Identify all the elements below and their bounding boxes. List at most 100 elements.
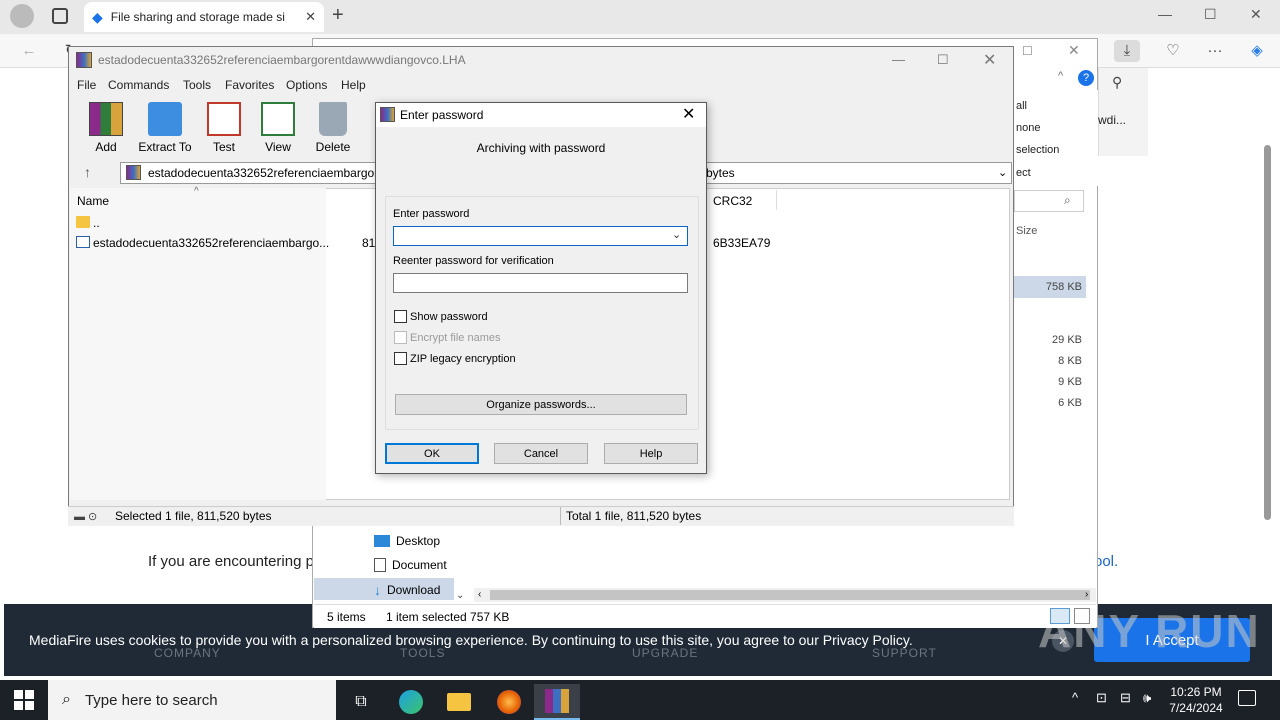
menu-commands[interactable]: Commands [108, 78, 169, 92]
settings-more-button[interactable]: ··· [1202, 40, 1228, 62]
footer-nav-tools[interactable]: TOOLS [400, 646, 445, 660]
profile-avatar-icon[interactable] [10, 4, 34, 28]
task-view-button[interactable]: ⧉ [338, 684, 384, 720]
large-icons-view-icon[interactable] [1074, 608, 1090, 624]
winrar-icon [545, 689, 569, 713]
tool-add-button[interactable]: Add [76, 102, 136, 154]
invert-selection-item[interactable]: selection [1016, 144, 1059, 156]
menu-file[interactable]: File [77, 78, 96, 92]
show-password-checkbox[interactable]: Show password [394, 310, 488, 323]
checkbox-unchecked[interactable] [394, 310, 407, 323]
new-tab-button[interactable]: + [332, 4, 344, 27]
meet-now-icon[interactable]: ⊡ [1096, 690, 1107, 706]
archive-icon [126, 165, 141, 180]
nav-scroll-down-icon[interactable]: ⌄ [456, 590, 464, 601]
checkbox-unchecked[interactable] [394, 352, 407, 365]
column-header-size[interactable]: Size [1016, 225, 1037, 237]
browser-essentials-icon[interactable]: ♡ [1160, 40, 1186, 62]
explorer-help-icon[interactable]: ? [1078, 70, 1094, 86]
column-header-crc32[interactable]: CRC32 [713, 194, 752, 208]
mediafire-favicon-icon: ◆ [92, 8, 103, 25]
column-header-name[interactable]: Name [77, 194, 109, 208]
nav-item-desktop[interactable]: Desktop [374, 534, 440, 548]
organize-passwords-button[interactable]: Organize passwords... [395, 394, 687, 415]
notifications-icon[interactable] [1238, 690, 1256, 706]
cancel-button[interactable]: Cancel [494, 443, 588, 464]
winrar-maximize-button[interactable]: ☐ [937, 52, 949, 68]
desktop-icon [374, 535, 390, 547]
footer-nav-upgrade[interactable]: UPGRADE [632, 646, 698, 660]
search-icon: ⌕ [62, 691, 71, 708]
explorer-search-input[interactable] [1014, 190, 1084, 212]
tab-actions-icon[interactable] [52, 8, 68, 24]
taskbar-winrar[interactable] [534, 684, 580, 720]
row-file-size: 81 [362, 236, 376, 250]
edge-icon [399, 690, 423, 714]
dialog-close-button[interactable]: ✕ [682, 104, 695, 124]
address-dropdown-icon[interactable]: ⌄ [998, 166, 1007, 179]
explorer-close-button[interactable]: ✕ [1068, 42, 1080, 59]
taskbar-clock[interactable]: 10:26 PM 7/24/2024 [1160, 684, 1232, 716]
checkbox-disabled [394, 331, 407, 344]
help-button[interactable]: Help [604, 443, 698, 464]
details-view-icon[interactable] [1050, 608, 1070, 624]
reenter-password-input[interactable] [393, 273, 688, 293]
volume-icon[interactable]: 🕪 [1143, 690, 1151, 706]
nav-item-downloads[interactable]: ↓ Download [374, 582, 440, 598]
tool-test-button[interactable]: Test [194, 102, 254, 154]
explorer-horizontal-scroll-thumb[interactable] [490, 590, 1090, 600]
pin-icon[interactable]: ⚲ [1112, 74, 1122, 91]
taskbar-edge[interactable] [388, 684, 434, 720]
browser-maximize-button[interactable]: ☐ [1204, 6, 1217, 23]
tab-close-icon[interactable]: ✕ [305, 9, 316, 25]
menu-options[interactable]: Options [286, 78, 327, 92]
row-parent-name[interactable]: .. [93, 216, 100, 230]
name-column-area [70, 188, 326, 500]
ok-button[interactable]: OK [385, 443, 479, 464]
row-file-name[interactable]: estadodecuenta332652referenciaembargo... [93, 236, 329, 250]
reenter-password-label: Reenter password for verification [393, 255, 554, 267]
file-size: 9 KB [1058, 376, 1082, 388]
winrar-minimize-button[interactable]: — [892, 52, 905, 67]
back-arrow-icon[interactable]: ← [16, 40, 42, 62]
file-size: 8 KB [1058, 355, 1082, 367]
search-icon: ⌕ [1064, 193, 1071, 207]
menu-help[interactable]: Help [341, 78, 366, 92]
nav-item-documents[interactable]: Document [374, 558, 447, 572]
up-folder-icon[interactable]: ↑ [84, 164, 91, 180]
scroll-left-icon[interactable]: ‹ [478, 589, 481, 600]
password-history-dropdown-icon[interactable]: ⌄ [672, 228, 681, 241]
address-path: estadodecuenta332652referenciaembargore [148, 166, 385, 180]
menu-tools[interactable]: Tools [183, 78, 211, 92]
download-item-snippet[interactable]: wdi... [1098, 113, 1126, 127]
enter-password-input[interactable] [393, 226, 688, 246]
zip-legacy-encryption-checkbox[interactable]: ZIP legacy encryption [394, 352, 516, 365]
downloads-icon[interactable]: ⤓ [1114, 40, 1140, 62]
footer-nav-company[interactable]: COMPANY [154, 646, 221, 660]
select-all-item[interactable]: all [1016, 100, 1027, 112]
explorer-maximize-button[interactable]: ☐ [1022, 44, 1033, 58]
scroll-right-icon[interactable]: › [1085, 589, 1088, 600]
browser-close-button[interactable]: ✕ [1250, 6, 1262, 23]
drive-icons[interactable]: ▬ ⊙ [74, 510, 97, 523]
task-view-icon: ⧉ [355, 693, 367, 710]
footer-nav-support[interactable]: SUPPORT [872, 646, 937, 660]
winrar-close-button[interactable]: ✕ [983, 50, 996, 70]
start-button[interactable] [14, 690, 34, 710]
taskbar-file-explorer[interactable] [436, 684, 482, 720]
tool-view-button[interactable]: View [248, 102, 308, 154]
tool-extract-button[interactable]: Extract To [135, 102, 195, 154]
add-archive-icon [89, 102, 123, 136]
show-hidden-icons-icon[interactable]: ^ [1072, 690, 1078, 705]
page-scrollbar-thumb[interactable] [1264, 145, 1271, 520]
ribbon-collapse-icon[interactable]: ^ [1058, 70, 1063, 82]
select-none-item[interactable]: none [1016, 122, 1040, 134]
taskbar-firefox[interactable] [486, 684, 532, 720]
network-icon[interactable]: ⊟ [1120, 690, 1131, 706]
browser-minimize-button[interactable]: — [1158, 6, 1172, 22]
browser-tab-active[interactable]: ◆ File sharing and storage made si ✕ [84, 2, 324, 32]
menu-favorites[interactable]: Favorites [225, 78, 274, 92]
copilot-icon[interactable]: ◈ [1244, 40, 1270, 62]
taskbar-search-box[interactable]: ⌕ Type here to search [48, 680, 336, 720]
tool-delete-button[interactable]: Delete [303, 102, 363, 154]
